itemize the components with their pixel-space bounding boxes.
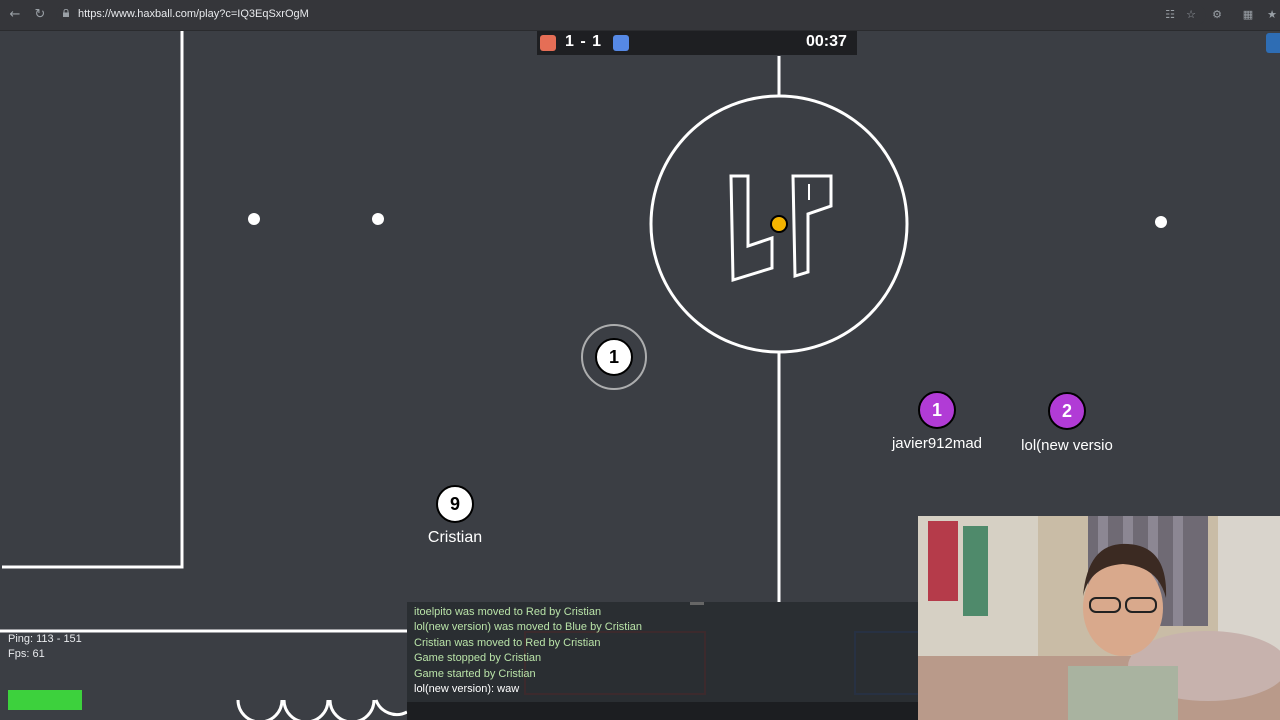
chat-message: lol(new version) was moved to Blue by Cr… — [414, 621, 643, 633]
post-marker — [248, 213, 260, 225]
chat-message: Game stopped by Cristian — [414, 652, 542, 664]
center-logo-l — [729, 174, 774, 283]
post-marker — [1155, 216, 1167, 228]
chat-message: Cristian was moved to Red by Cristian — [414, 637, 601, 649]
webcam-image — [918, 516, 1280, 720]
chat-message: itoelpito was moved to Red by Cristian — [414, 606, 602, 618]
post-marker — [372, 213, 384, 225]
game-timer: 00:37 — [806, 33, 847, 50]
fps-graph — [8, 690, 82, 710]
center-logo-p — [791, 174, 833, 279]
blue-team-square — [613, 35, 629, 51]
chat-message: Game started by Cristian — [414, 668, 536, 680]
player-number: 1 — [608, 347, 620, 367]
webcam-overlay — [918, 516, 1280, 720]
ping-readout: Ping: 113 - 151 — [8, 633, 82, 645]
player-name: lol(new versio — [1021, 437, 1113, 454]
player-number: 1 — [931, 400, 943, 420]
fps-readout: Fps: 61 — [8, 648, 45, 660]
score: 1 - 1 — [565, 33, 603, 50]
player-number: 2 — [1061, 401, 1073, 421]
left-box-line — [2, 31, 184, 569]
ball — [770, 215, 788, 233]
player-number: 9 — [449, 494, 461, 514]
menu-tab-button[interactable] — [1266, 33, 1280, 53]
chat-message: lol(new version): waw — [414, 683, 520, 695]
player-name: Cristian — [427, 529, 483, 546]
red-team-square — [540, 35, 556, 51]
player-name: javier912mad — [891, 435, 983, 452]
chat-input[interactable] — [407, 702, 919, 720]
chat-resize-handle[interactable] — [690, 602, 704, 605]
